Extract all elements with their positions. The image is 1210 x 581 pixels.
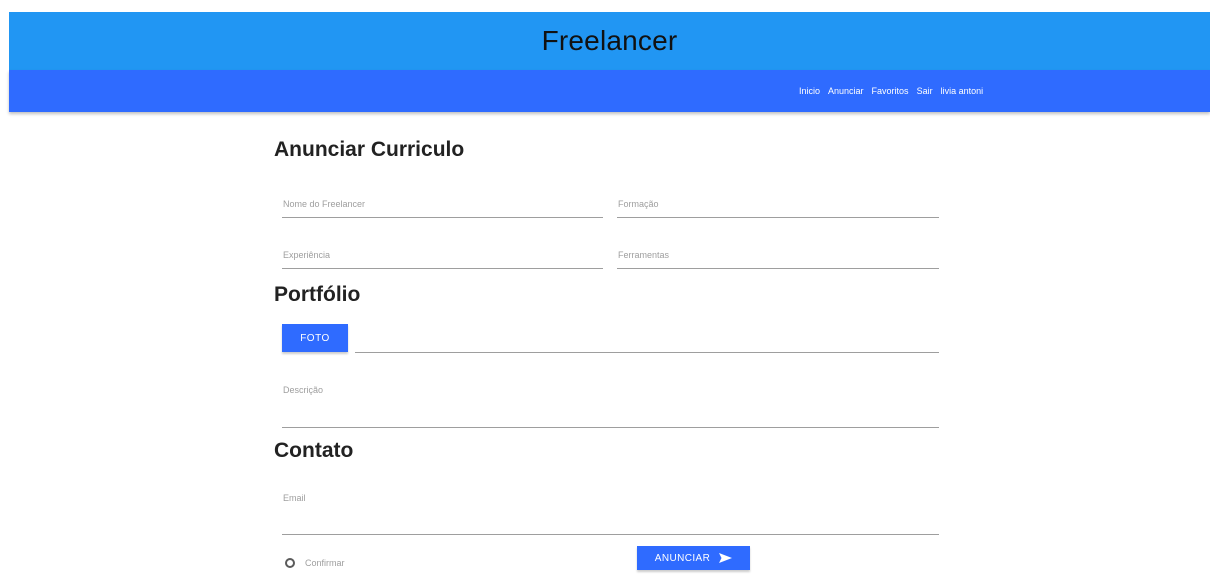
nav-bar: Inicio Anunciar Favoritos Sair livia ant… (9, 70, 1210, 112)
experiencia-field[interactable]: Experiência (282, 241, 603, 269)
experiencia-input[interactable] (282, 246, 603, 268)
page-title: Anunciar Curriculo (274, 138, 465, 161)
page: Freelancer Inicio Anunciar Favoritos Sai… (0, 0, 1210, 581)
nav-link-anunciar[interactable]: Anunciar (828, 86, 864, 96)
descricao-field-label: Descrição (283, 385, 324, 395)
nav-link-inicio[interactable]: Inicio (799, 86, 820, 96)
portfolio-title: Portfólio (274, 283, 361, 306)
email-input[interactable] (282, 512, 939, 534)
formacao-input[interactable] (617, 195, 939, 217)
foto-path-input[interactable] (355, 352, 939, 353)
email-field-label: Email (283, 493, 306, 503)
nav-links: Inicio Anunciar Favoritos Sair livia ant… (799, 70, 991, 112)
nav-link-sair[interactable]: Sair (917, 86, 933, 96)
nav-link-favoritos[interactable]: Favoritos (872, 86, 909, 96)
brand-bar: Freelancer (9, 12, 1210, 70)
anunciar-button-label: ANUNCIAR (654, 552, 711, 564)
foto-upload-button[interactable]: FOTO (282, 324, 348, 352)
send-icon (719, 553, 733, 563)
descricao-input[interactable] (282, 405, 939, 427)
nome-input[interactable] (282, 195, 603, 217)
confirmar-radio[interactable]: Confirmar (285, 558, 345, 568)
email-field[interactable]: Email (282, 484, 939, 535)
formacao-field[interactable]: Formação (617, 190, 939, 218)
nome-field[interactable]: Nome do Freelancer (282, 190, 603, 218)
descricao-field[interactable]: Descrição (282, 376, 939, 428)
brand-title: Freelancer (541, 25, 678, 56)
nav-link-user[interactable]: livia antoni (941, 86, 984, 96)
ferramentas-input[interactable] (617, 246, 939, 268)
radio-circle-icon[interactable] (285, 558, 295, 568)
contato-title: Contato (274, 439, 354, 462)
confirmar-label: Confirmar (305, 558, 345, 568)
anunciar-button[interactable]: ANUNCIAR (637, 546, 750, 570)
ferramentas-field[interactable]: Ferramentas (617, 241, 939, 269)
